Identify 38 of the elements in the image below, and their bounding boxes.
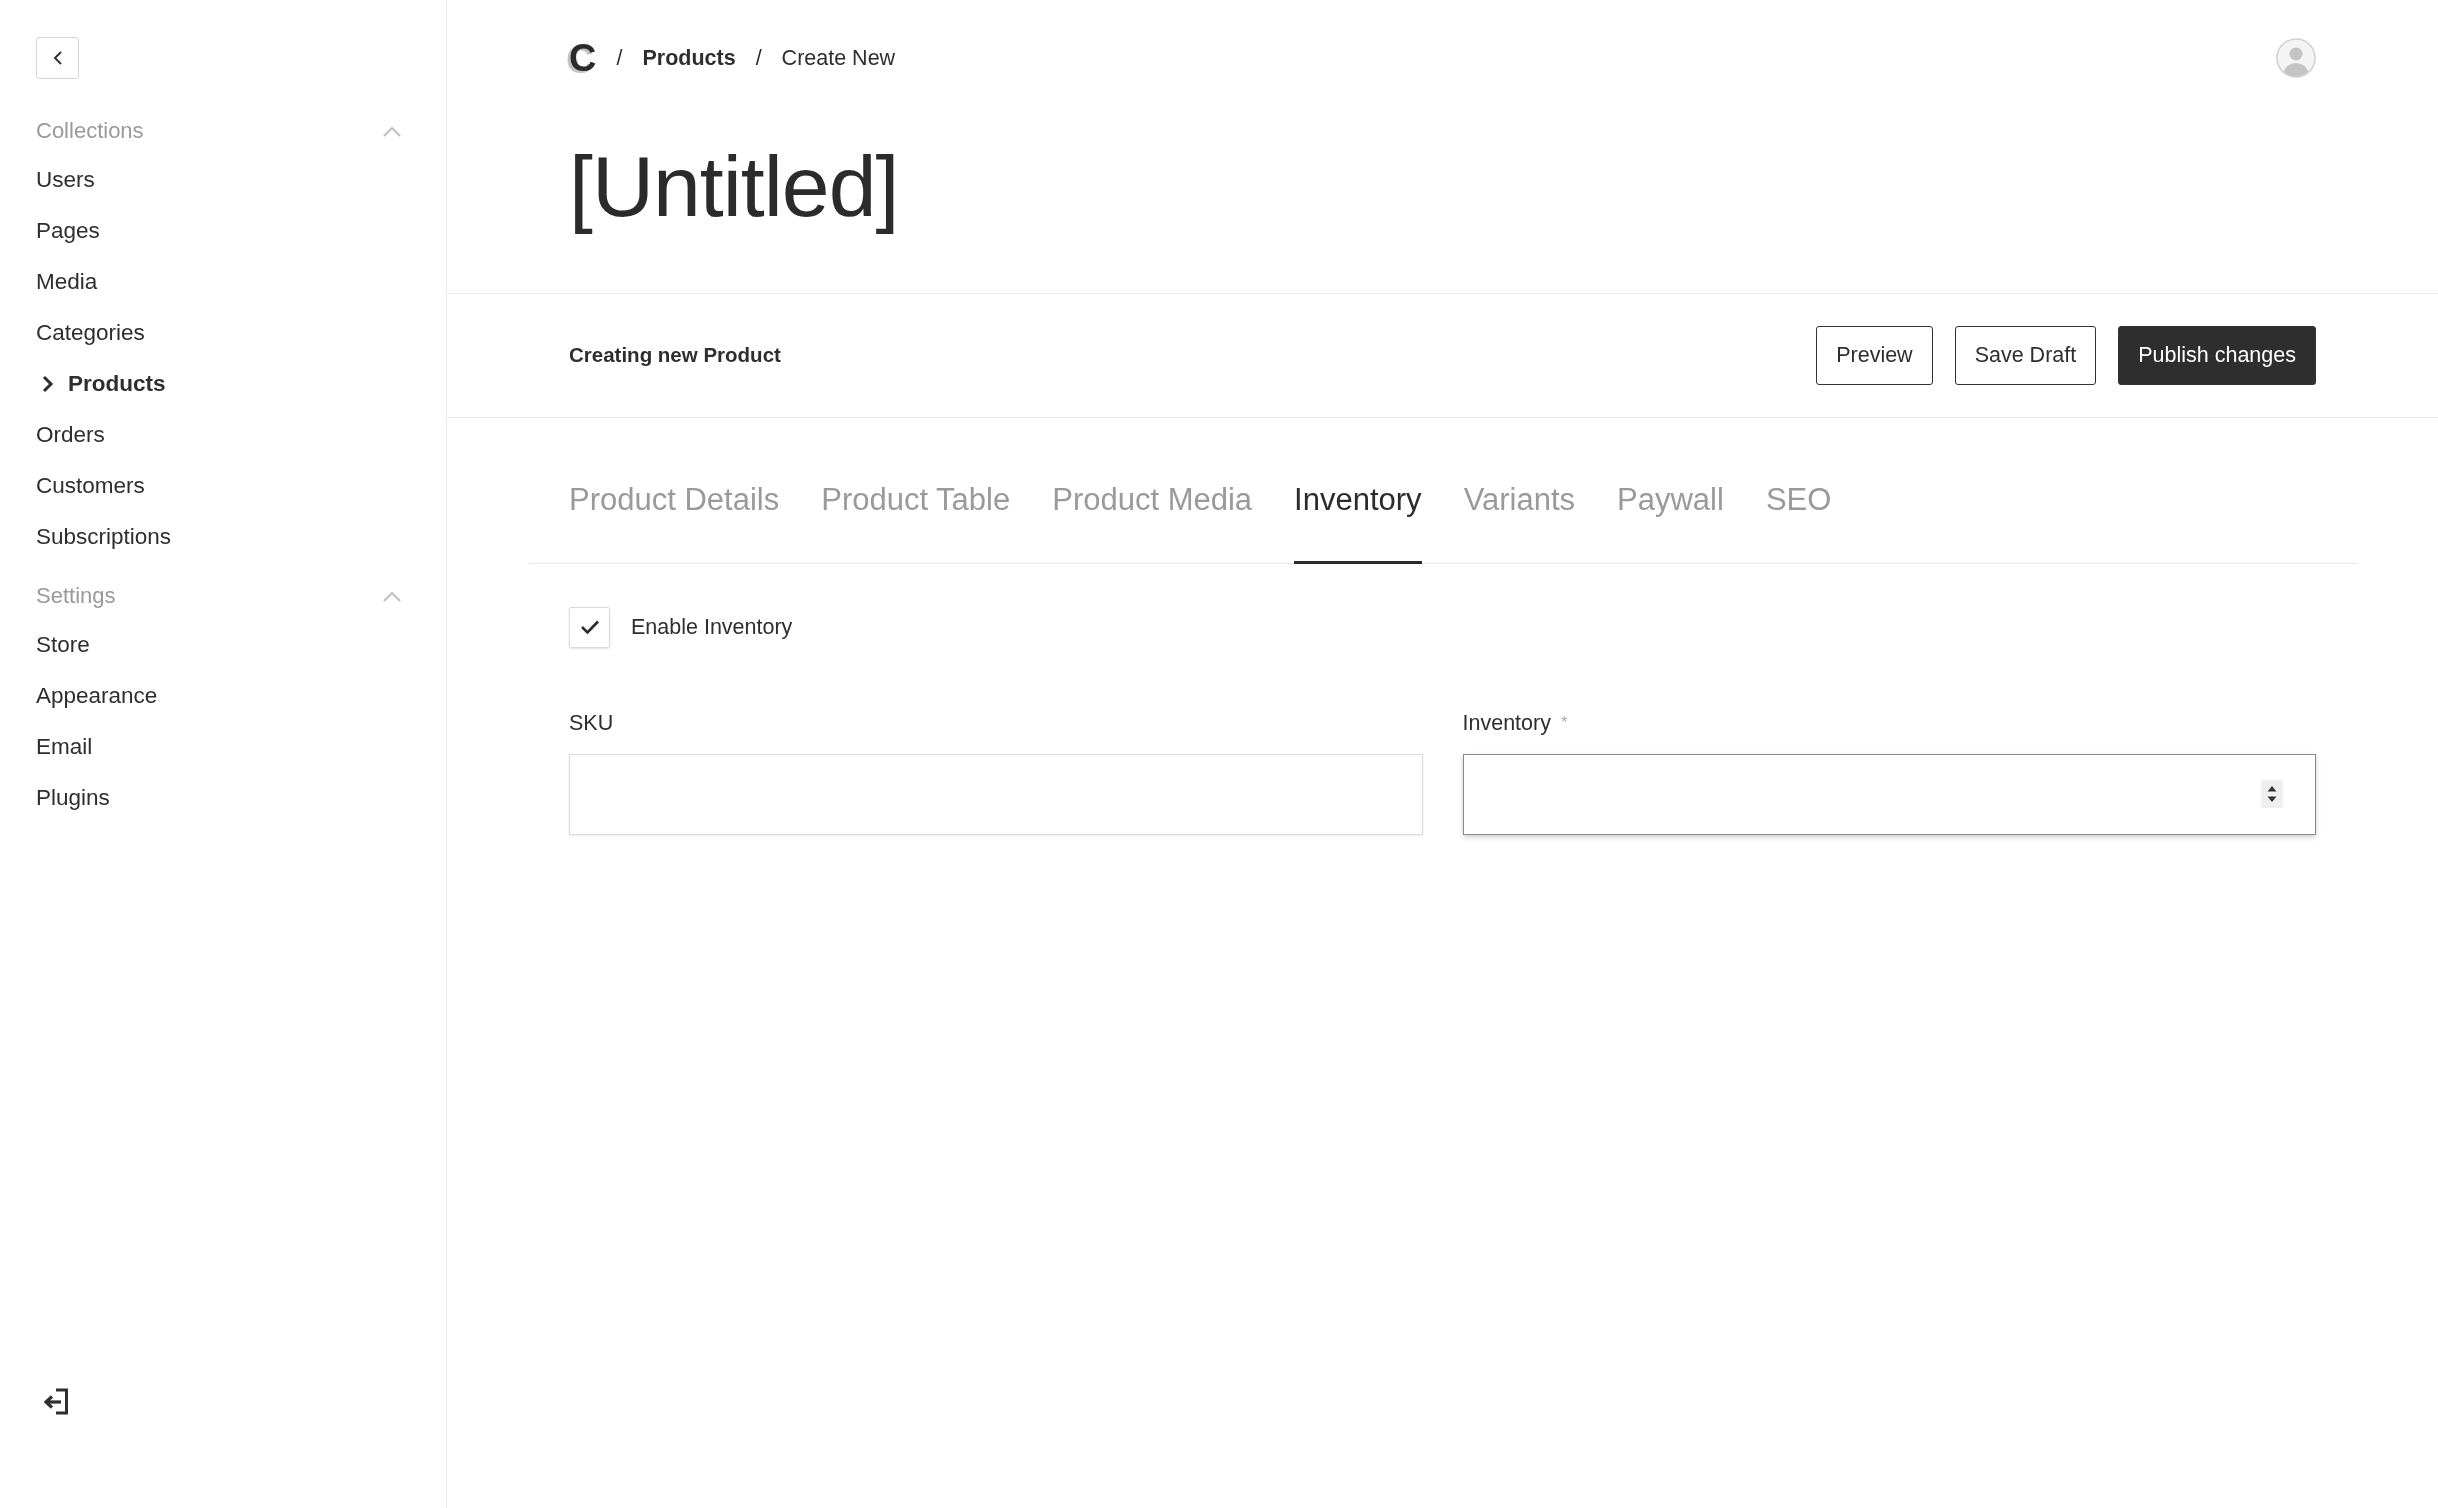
logo[interactable]: C: [569, 38, 597, 78]
collapse-sidebar-button[interactable]: [36, 37, 79, 79]
field-label: SKU: [569, 709, 614, 736]
status-text: Creating new Product: [569, 342, 781, 368]
outline-button[interactable]: Preview: [1816, 325, 1933, 385]
sidebar-item[interactable]: Media: [36, 256, 98, 307]
input-field[interactable]: [1462, 753, 2316, 835]
breadcrumb-current: Create New: [781, 45, 896, 72]
outline-button[interactable]: Save Draft: [1954, 325, 2097, 385]
check-icon: [579, 619, 600, 636]
checkbox-label: Enable Inventory: [631, 614, 793, 641]
tab[interactable]: Inventory: [1294, 480, 1422, 564]
breadcrumb-link[interactable]: Products: [642, 43, 736, 73]
sidebar-item[interactable]: Customers: [36, 460, 145, 511]
sidebar-item[interactable]: Store: [36, 619, 90, 670]
sidebar-item[interactable]: Products: [36, 358, 166, 409]
page-title: [Untitled]: [569, 137, 900, 236]
sidebar-item[interactable]: Users: [36, 154, 95, 205]
sidebar-item[interactable]: Categories: [36, 307, 145, 358]
sidebar-item[interactable]: Plugins: [36, 772, 110, 823]
sidebar-item[interactable]: Email: [36, 721, 93, 772]
chevron-right-icon: [42, 374, 54, 393]
field-label: Inventory: [1462, 709, 1551, 736]
sidebar-item[interactable]: Pages: [36, 205, 100, 256]
sidebar-item[interactable]: Subscriptions: [36, 511, 172, 562]
breadcrumb-separator: /: [755, 45, 762, 72]
sidebar-item[interactable]: Appearance: [36, 670, 158, 721]
chevron-up-icon: [383, 125, 401, 137]
chevron-up-icon: [383, 590, 401, 602]
avatar-icon[interactable]: [2276, 38, 2316, 78]
stepper-icon[interactable]: [2261, 780, 2283, 809]
checkbox[interactable]: [569, 606, 610, 648]
required-mark: *: [1560, 711, 1568, 734]
logout-icon[interactable]: [43, 1388, 69, 1415]
chevron-left-icon: [52, 51, 63, 65]
sidebar-item[interactable]: Orders: [36, 409, 105, 460]
breadcrumb-separator: /: [616, 45, 623, 72]
primary-button[interactable]: Publish changes: [2118, 325, 2316, 385]
